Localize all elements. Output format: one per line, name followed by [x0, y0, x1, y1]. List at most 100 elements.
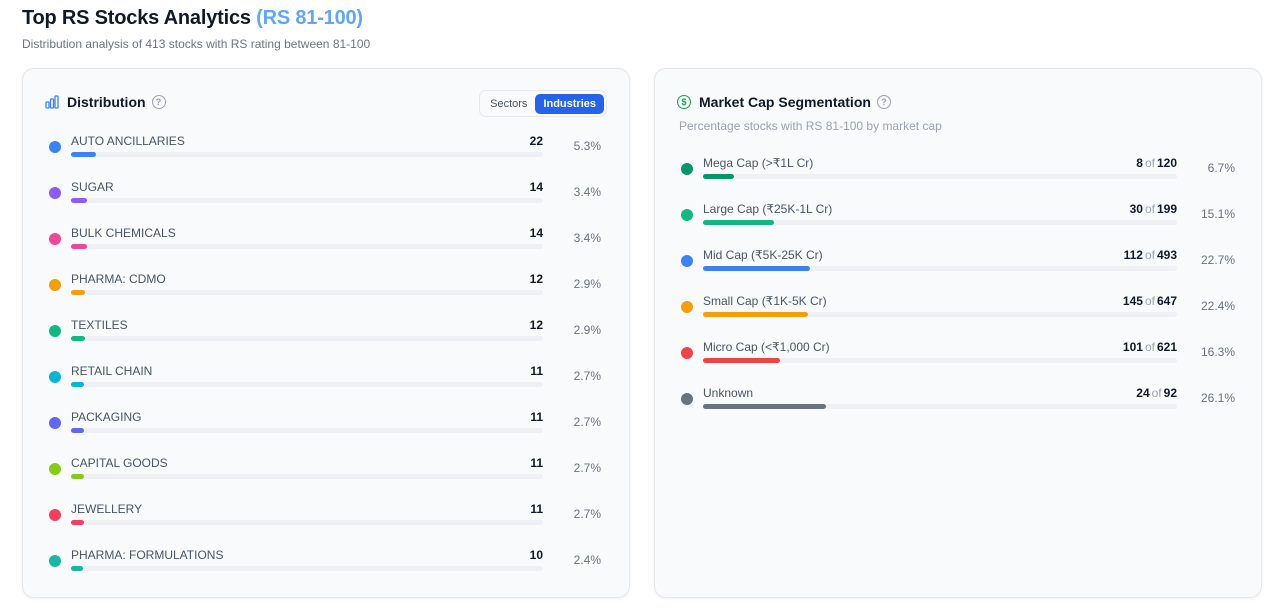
stock-count: 11 — [530, 364, 543, 378]
progress-track — [703, 220, 1177, 225]
percent-value: 2.9% — [573, 277, 601, 291]
color-dot — [681, 255, 693, 267]
sectors-industries-toggle: Sectors Industries — [479, 90, 607, 117]
market-cap-label: Unknown — [703, 386, 754, 400]
count-value: 101 — [1122, 340, 1143, 354]
progress-track — [71, 244, 543, 249]
help-icon[interactable]: ? — [151, 95, 166, 109]
industry-label: JEWELLERY — [71, 502, 143, 516]
color-dot — [49, 555, 61, 567]
percent-value: 26.1% — [1200, 391, 1235, 405]
color-dot — [49, 509, 61, 521]
progress-fill — [71, 198, 87, 203]
total-value: 92 — [1163, 386, 1177, 400]
color-dot — [681, 301, 693, 313]
color-dot — [49, 371, 61, 383]
percent-value: 2.7% — [573, 461, 601, 475]
market-cap-label: Small Cap (₹1K-5K Cr) — [703, 294, 827, 308]
industry-row[interactable]: AUTO ANCILLARIES 22 5.3% — [49, 131, 601, 177]
color-dot — [49, 279, 61, 291]
progress-fill — [703, 358, 780, 363]
count-value: 8 — [1136, 156, 1143, 170]
industry-label: TEXTILES — [71, 318, 128, 332]
percent-value: 2.7% — [573, 415, 601, 429]
of-word: of — [1144, 294, 1155, 308]
help-icon[interactable]: ? — [876, 95, 891, 109]
total-value: 493 — [1156, 248, 1177, 262]
total-value: 647 — [1156, 294, 1177, 308]
sectors-toggle-button[interactable]: Sectors — [482, 94, 535, 114]
color-dot — [49, 463, 61, 475]
count-value: 12 — [529, 318, 543, 332]
market-cap-row[interactable]: Large Cap (₹25K-1L Cr) 30 of 199 15.1% — [681, 199, 1235, 245]
progress-track — [71, 152, 543, 157]
market-cap-title: Market Cap Segmentation — [699, 94, 871, 110]
stock-count: 112 of 493 — [1124, 248, 1177, 262]
progress-fill — [703, 220, 774, 225]
progress-fill — [71, 244, 87, 249]
industry-label: CAPITAL GOODS — [71, 456, 168, 470]
stock-count: 22 — [530, 134, 543, 148]
industry-row[interactable]: RETAIL CHAIN 11 2.7% — [49, 361, 601, 407]
industry-row[interactable]: SUGAR 14 3.4% — [49, 177, 601, 223]
stock-count: 14 — [530, 226, 543, 240]
page-title: Top RS Stocks Analytics (RS 81-100) — [22, 6, 370, 30]
market-cap-row[interactable]: Mid Cap (₹5K-25K Cr) 112 of 493 22.7% — [681, 245, 1235, 291]
of-word: of — [1144, 156, 1155, 170]
stock-count: 12 — [530, 318, 543, 332]
distribution-card: Distribution ? Sectors Industries AUTO A… — [22, 68, 630, 598]
progress-fill — [71, 336, 85, 341]
percent-value: 22.4% — [1200, 299, 1235, 313]
progress-track — [71, 428, 543, 433]
market-cap-row[interactable]: Unknown 24 of 92 26.1% — [681, 383, 1235, 429]
industries-toggle-button[interactable]: Industries — [535, 93, 604, 114]
industry-row[interactable]: CAPITAL GOODS 11 2.7% — [49, 453, 601, 499]
progress-fill — [71, 474, 84, 479]
page-title-text: Top RS Stocks Analytics — [22, 7, 251, 29]
market-cap-card: $ Market Cap Segmentation ? Percentage s… — [654, 68, 1262, 598]
progress-track — [71, 474, 543, 479]
market-cap-label: Mid Cap (₹5K-25K Cr) — [703, 248, 823, 262]
industry-label: SUGAR — [71, 180, 114, 194]
of-word: of — [1144, 340, 1155, 354]
progress-track — [703, 174, 1177, 179]
industry-row[interactable]: JEWELLERY 11 2.7% — [49, 499, 601, 545]
distribution-title: Distribution — [67, 94, 146, 110]
total-value: 621 — [1156, 340, 1177, 354]
percent-value: 16.3% — [1200, 345, 1235, 359]
market-cap-row[interactable]: Small Cap (₹1K-5K Cr) 145 of 647 22.4% — [681, 291, 1235, 337]
industry-row[interactable]: PACKAGING 11 2.7% — [49, 407, 601, 453]
of-word: of — [1144, 202, 1155, 216]
bar-chart-icon — [45, 95, 59, 109]
stock-count: 24 of 92 — [1136, 386, 1177, 400]
market-cap-row[interactable]: Mega Cap (>₹1L Cr) 8 of 120 6.7% — [681, 153, 1235, 199]
percent-value: 2.9% — [573, 323, 601, 337]
industry-label: AUTO ANCILLARIES — [71, 134, 185, 148]
color-dot — [49, 187, 61, 199]
market-cap-list: Mega Cap (>₹1L Cr) 8 of 120 6.7% Large Cap (₹… — [681, 153, 1235, 429]
progress-track — [71, 382, 543, 387]
industry-row[interactable]: PHARMA: FORMULATIONS 10 2.4% — [49, 545, 601, 591]
stock-count: 11 — [530, 456, 543, 470]
percent-value: 3.4% — [573, 231, 601, 245]
count-value: 112 — [1123, 248, 1143, 262]
count-value: 145 — [1122, 294, 1143, 308]
total-value: 199 — [1156, 202, 1177, 216]
color-dot — [681, 393, 693, 405]
industry-row[interactable]: TEXTILES 12 2.9% — [49, 315, 601, 361]
industry-label: PHARMA: FORMULATIONS — [71, 548, 224, 562]
progress-fill — [703, 174, 734, 179]
distribution-header: Distribution ? — [45, 94, 166, 110]
progress-fill — [703, 266, 810, 271]
progress-track — [703, 358, 1177, 363]
industry-row[interactable]: BULK CHEMICALS 14 3.4% — [49, 223, 601, 269]
progress-track — [703, 312, 1177, 317]
market-cap-row[interactable]: Micro Cap (<₹1,000 Cr) 101 of 621 16.3% — [681, 337, 1235, 383]
percent-value: 5.3% — [573, 139, 601, 153]
count-value: 11 — [530, 456, 543, 470]
industry-row[interactable]: PHARMA: CDMO 12 2.9% — [49, 269, 601, 315]
industry-label: PACKAGING — [71, 410, 142, 424]
market-cap-subtitle: Percentage stocks with RS 81-100 by mark… — [679, 119, 942, 133]
progress-fill — [703, 404, 826, 409]
color-dot — [49, 417, 61, 429]
